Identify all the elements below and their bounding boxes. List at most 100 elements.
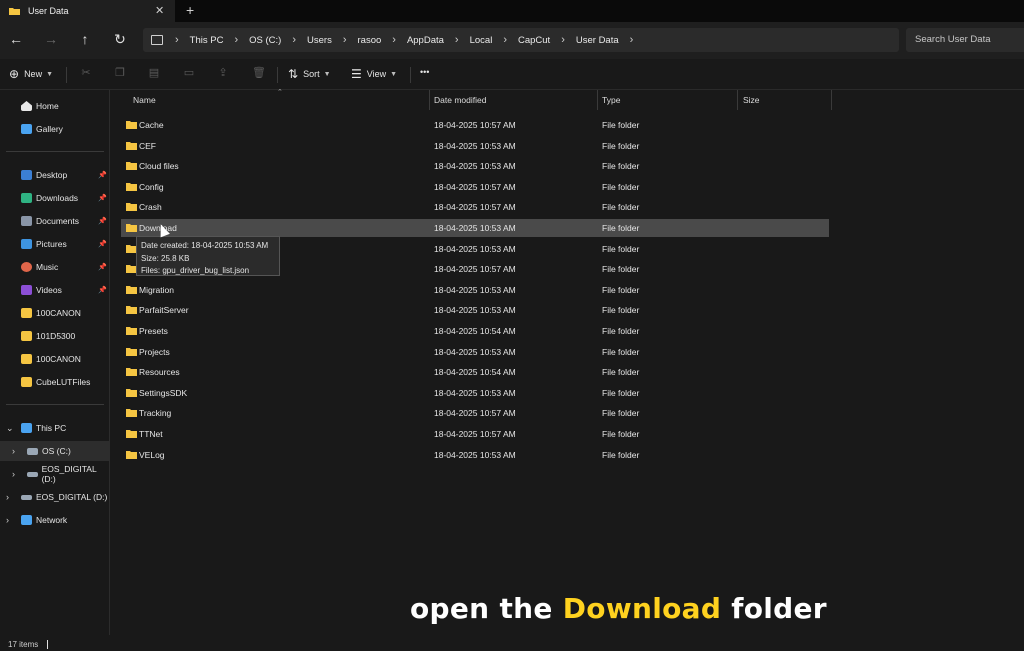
column-divider[interactable] xyxy=(429,90,430,110)
view-button[interactable]: ☰ View ▼ xyxy=(351,67,397,81)
file-name: Cloud files xyxy=(139,161,179,172)
pin-icon[interactable]: 📌 xyxy=(98,194,107,202)
file-row[interactable]: SettingsSDK 18-04-2025 10:53 AM File folde… xyxy=(121,384,829,402)
file-row[interactable]: Cache 18-04-2025 10:57 AM File folder xyxy=(121,116,829,134)
column-divider[interactable] xyxy=(737,90,738,110)
file-row[interactable]: Migration 18-04-2025 10:53 AM File folder xyxy=(121,281,829,299)
tab-user-data[interactable]: User Data ✕ xyxy=(0,0,175,22)
sidebar-item-music[interactable]: Music 📌 xyxy=(0,257,110,277)
pin-icon[interactable]: 📌 xyxy=(98,240,107,248)
file-type: File folder xyxy=(602,284,640,295)
sidebar-item-videos[interactable]: Videos 📌 xyxy=(0,280,110,300)
paste-icon[interactable]: ▤ xyxy=(148,67,160,79)
file-row[interactable]: Projects 18-04-2025 10:53 AM File folder xyxy=(121,343,829,361)
cut-icon[interactable]: ✂ xyxy=(80,67,92,79)
file-row[interactable]: Tracking 18-04-2025 10:57 AM File folder xyxy=(121,404,829,422)
new-button[interactable]: ⊕ New ▼ xyxy=(9,67,53,81)
sidebar-item-network[interactable]: › Network xyxy=(0,510,110,530)
chevron-right-icon[interactable]: › xyxy=(630,34,634,46)
sidebar-item-100canon[interactable]: 100CANON xyxy=(0,303,110,323)
breadcrumb-os-c[interactable]: OS (C:) xyxy=(249,35,281,46)
file-row[interactable]: Config 18-04-2025 10:57 AM File folder xyxy=(121,178,829,196)
breadcrumb-rasoo[interactable]: rasoo xyxy=(358,35,382,46)
sidebar-item-downloads[interactable]: Downloads 📌 xyxy=(0,188,110,208)
chevron-right-icon[interactable]: › xyxy=(6,492,9,502)
address-bar[interactable]: › This PC › OS (C:) › Users › rasoo › Ap… xyxy=(143,28,899,52)
column-header-date[interactable]: Date modified xyxy=(434,90,486,110)
file-row[interactable]: CEF 18-04-2025 10:53 AM File folder xyxy=(121,137,829,155)
share-icon[interactable]: ⇪ xyxy=(217,67,229,79)
chevron-right-icon[interactable]: › xyxy=(455,34,459,46)
pin-icon[interactable]: 📌 xyxy=(98,263,107,271)
sort-button[interactable]: ⇅ Sort ▼ xyxy=(288,67,331,81)
file-type: File folder xyxy=(602,387,640,398)
sidebar-item-this-pc[interactable]: ⌄ This PC xyxy=(0,418,110,438)
file-type: File folder xyxy=(602,264,640,275)
breadcrumb-capcut[interactable]: CapCut xyxy=(518,35,550,46)
sidebar-item-eos-digital-d-2[interactable]: › EOS_DIGITAL (D:) xyxy=(0,487,110,507)
file-row[interactable]: TTNet 18-04-2025 10:57 AM File folder xyxy=(121,425,829,443)
sidebar-item-eos-digital-d[interactable]: › EOS_DIGITAL (D:) xyxy=(0,464,110,484)
new-tab-button[interactable]: + xyxy=(186,2,194,18)
sidebar-item-label: Documents xyxy=(36,216,79,226)
folder-icon xyxy=(126,306,137,315)
file-type: File folder xyxy=(602,161,640,172)
chevron-right-icon[interactable]: › xyxy=(234,34,238,46)
rename-icon[interactable]: ▭ xyxy=(183,67,195,79)
drive-icon xyxy=(27,471,38,477)
sidebar-item-cubelutfiles[interactable]: CubeLUTFiles xyxy=(0,372,110,392)
sidebar-item-label: CubeLUTFiles xyxy=(36,377,91,387)
back-arrow-icon[interactable]: ← xyxy=(8,31,24,47)
delete-icon[interactable]: 🗑 xyxy=(252,67,266,79)
chevron-right-icon[interactable]: › xyxy=(12,446,15,456)
column-header-type[interactable]: Type xyxy=(602,90,620,110)
folder-icon xyxy=(126,327,137,335)
file-name: VELog xyxy=(139,449,165,460)
file-row[interactable]: ParfaitServer 18-04-2025 10:53 AM File fol… xyxy=(121,301,829,319)
breadcrumb-user-data[interactable]: User Data xyxy=(576,35,619,46)
sidebar-item-100canon-2[interactable]: 100CANON xyxy=(0,349,110,369)
copy-icon[interactable]: ❐ xyxy=(114,67,126,79)
breadcrumb-this-pc[interactable]: This PC xyxy=(190,35,224,46)
chevron-right-icon[interactable]: › xyxy=(6,515,9,525)
sidebar-item-gallery[interactable]: Gallery xyxy=(0,119,110,139)
file-row[interactable]: Cloud files 18-04-2025 10:53 AM File folde… xyxy=(121,157,829,175)
chevron-right-icon[interactable]: › xyxy=(392,34,396,46)
sidebar-item-pictures[interactable]: Pictures 📌 xyxy=(0,234,110,254)
breadcrumb-local[interactable]: Local xyxy=(470,35,493,46)
file-row[interactable]: VELog 18-04-2025 10:53 AM File folder xyxy=(121,446,829,464)
file-row[interactable]: Crash 18-04-2025 10:57 AM File folder xyxy=(121,198,829,216)
sidebar-item-desktop[interactable]: Desktop 📌 xyxy=(0,165,110,185)
up-arrow-icon[interactable]: ↑ xyxy=(77,31,93,47)
chevron-right-icon[interactable]: › xyxy=(503,34,507,46)
sidebar-item-os-c[interactable]: › OS (C:) xyxy=(0,441,110,461)
pin-icon[interactable]: 📌 xyxy=(98,286,107,294)
column-header-name[interactable]: Name xyxy=(133,90,156,110)
sidebar-item-home[interactable]: Home xyxy=(0,96,110,116)
breadcrumb-users[interactable]: Users xyxy=(307,35,332,46)
search-input[interactable]: Search User Data xyxy=(906,28,1024,52)
sidebar-item-101d5300[interactable]: 101D5300 xyxy=(0,326,110,346)
refresh-icon[interactable]: ↻ xyxy=(112,31,128,47)
file-row[interactable]: Presets 18-04-2025 10:54 AM File folder xyxy=(121,322,829,340)
column-divider[interactable] xyxy=(597,90,598,110)
close-icon[interactable]: ✕ xyxy=(155,4,164,17)
breadcrumb-appdata[interactable]: AppData xyxy=(407,35,444,46)
forward-arrow-icon[interactable]: → xyxy=(43,31,59,47)
chevron-right-icon[interactable]: › xyxy=(292,34,296,46)
chevron-right-icon[interactable]: › xyxy=(561,34,565,46)
chevron-right-icon[interactable]: › xyxy=(343,34,347,46)
chevron-down-icon[interactable]: ⌄ xyxy=(6,423,14,434)
file-row[interactable]: Resources 18-04-2025 10:54 AM File folder xyxy=(121,363,829,381)
chevron-right-icon[interactable]: › xyxy=(12,469,15,479)
pin-icon[interactable]: 📌 xyxy=(98,217,107,225)
pin-icon[interactable]: 📌 xyxy=(98,171,107,179)
pc-icon xyxy=(151,35,163,45)
more-options-button[interactable]: ••• xyxy=(420,67,429,77)
pc-icon xyxy=(21,423,32,433)
sidebar-item-documents[interactable]: Documents 📌 xyxy=(0,211,110,231)
column-header-size[interactable]: Size xyxy=(743,90,760,110)
file-row[interactable]: Download 18-04-2025 10:53 AM File folder xyxy=(121,219,829,237)
column-divider[interactable] xyxy=(831,90,832,110)
view-label: View xyxy=(366,69,387,79)
